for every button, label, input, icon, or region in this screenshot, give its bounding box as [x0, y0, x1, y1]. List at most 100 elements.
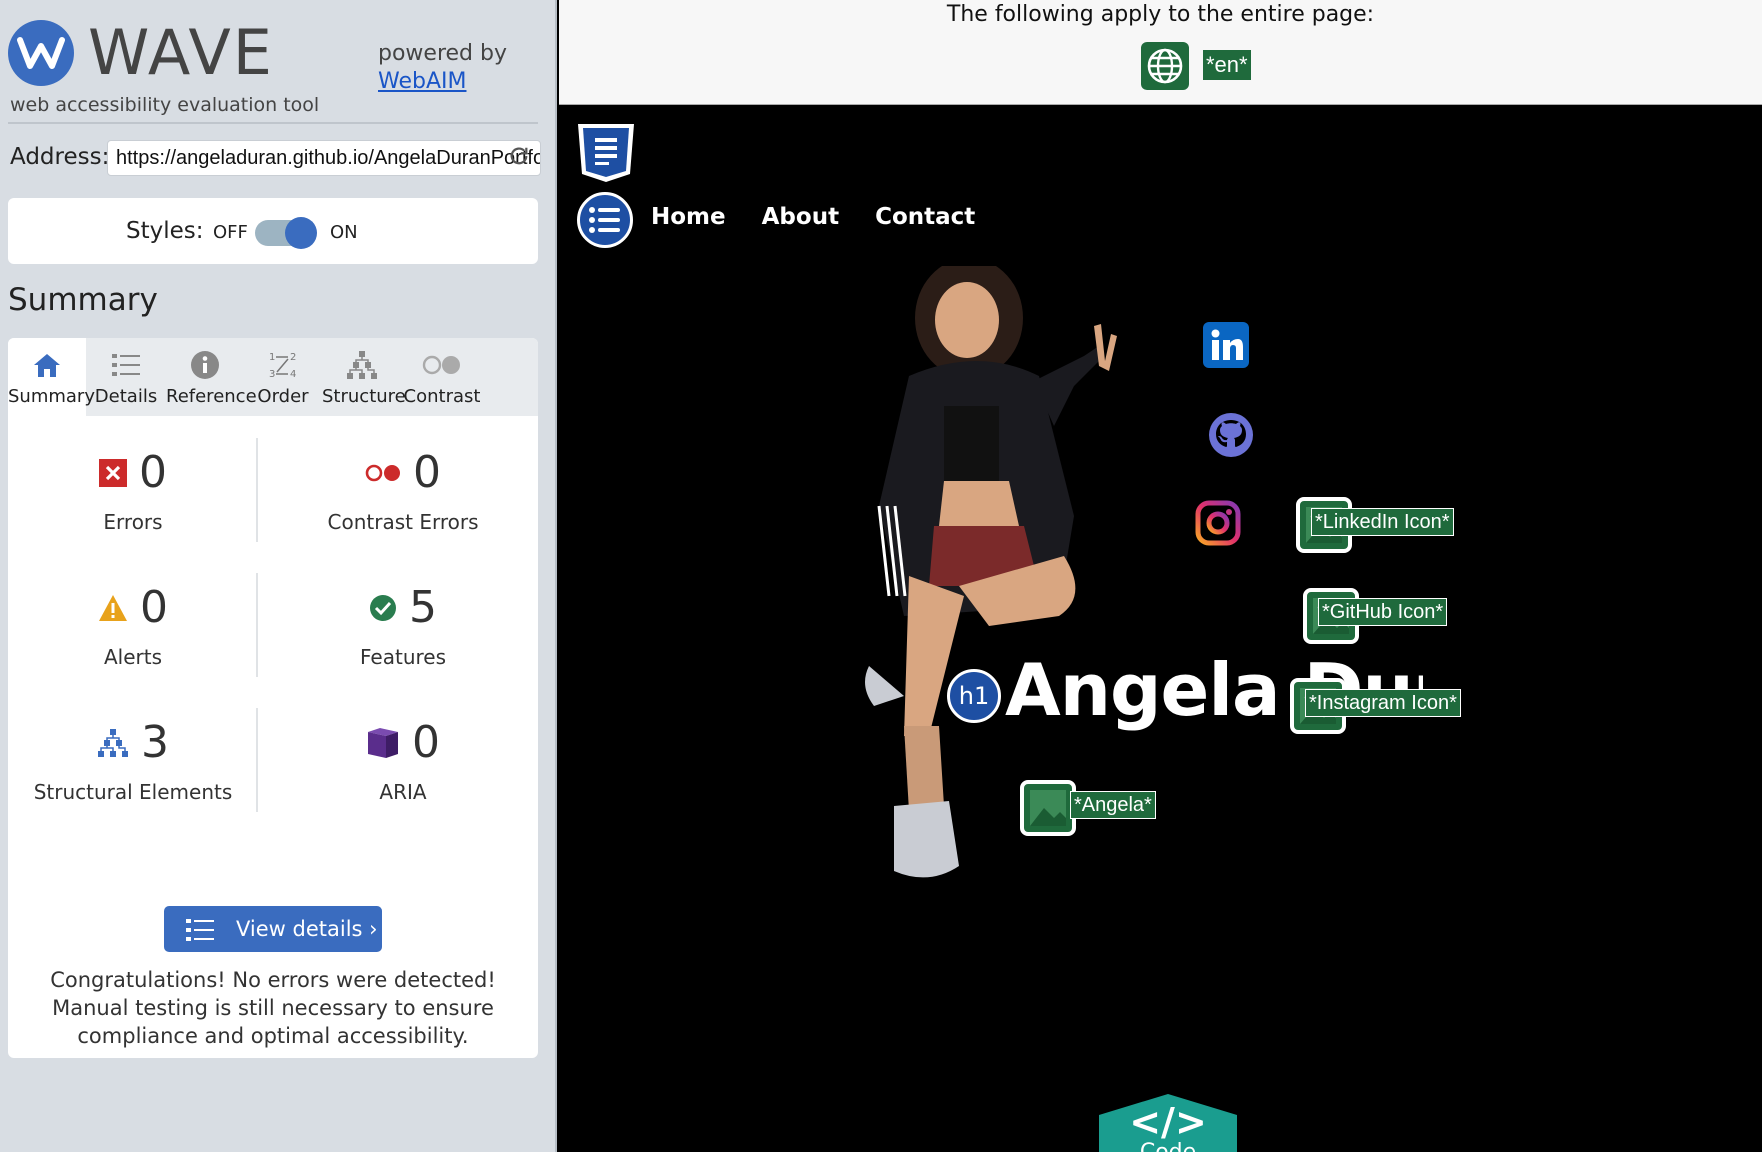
tab-details[interactable]: Details: [86, 338, 166, 416]
alt-tag-instagram: *Instagram Icon*: [1305, 689, 1461, 717]
image-icon: [1030, 790, 1066, 826]
contrast-icon: [422, 355, 460, 375]
toggle-knob: [285, 217, 317, 249]
h1-heading-icon[interactable]: h1: [947, 669, 1001, 723]
view-details-label: View details ›: [236, 917, 378, 941]
alt-tag-github: *GitHub Icon*: [1318, 598, 1448, 626]
code-label: Code: [1099, 1140, 1237, 1152]
alerts-count: 0: [140, 582, 168, 633]
github-icon[interactable]: [1208, 412, 1254, 458]
view-details-button[interactable]: View details ›: [164, 906, 382, 952]
errors-count: 0: [139, 447, 167, 498]
instagram-icon[interactable]: [1195, 500, 1241, 546]
summary-panel: Summary Details Reference 1 2 3 4 Order Str…: [8, 338, 538, 1058]
alerts-label: Alerts: [103, 645, 163, 669]
globe-icon: [1147, 48, 1183, 84]
list-icon: [112, 354, 140, 376]
image-alt-icon[interactable]: [1020, 780, 1076, 836]
stat-divider: [256, 438, 258, 542]
tab-structure[interactable]: Structure: [322, 338, 406, 416]
evaluated-page: Home About Contact h1 Angela Duran: [559, 106, 1762, 1152]
css-document-icon[interactable]: [575, 122, 637, 184]
nav-about[interactable]: About: [762, 204, 839, 230]
errors-label: Errors: [103, 510, 163, 534]
order-icon: 1 2 3 4: [269, 352, 296, 380]
contrast-errors-count: 0: [413, 447, 441, 498]
stat-divider: [256, 708, 258, 812]
stat-features[interactable]: 5 Features: [278, 573, 528, 683]
styles-off-label: OFF: [213, 222, 248, 243]
tab-label: Contrast: [403, 386, 481, 407]
code-button[interactable]: </> Code: [1099, 1094, 1237, 1152]
tab-summary[interactable]: Summary: [8, 338, 95, 416]
summary-heading: Summary: [8, 282, 158, 318]
aria-label: ARIA: [379, 780, 427, 804]
styles-toggle-box: Styles: OFF ON: [8, 198, 538, 264]
feature-check-icon: [370, 595, 396, 621]
list-icon: [186, 919, 214, 941]
structural-count: 3: [141, 717, 169, 768]
stat-contrast-errors[interactable]: 0 Contrast Errors: [278, 438, 528, 548]
tab-label: Structure: [322, 386, 406, 407]
styles-toggle[interactable]: [255, 217, 317, 249]
aria-count: 0: [412, 717, 440, 768]
structural-label: Structural Elements: [33, 780, 233, 804]
home-icon: [34, 354, 60, 377]
aria-icon: [368, 728, 398, 758]
tab-label: Order: [257, 386, 309, 407]
features-label: Features: [360, 645, 446, 669]
styles-on-label: ON: [330, 222, 358, 243]
tab-contrast[interactable]: Contrast: [402, 338, 482, 416]
address-input[interactable]: https://angeladuran.github.io/AngelaDura…: [107, 140, 541, 176]
structure-element-icon: [98, 729, 128, 757]
code-icon: </>: [1129, 1100, 1207, 1144]
webaim-link[interactable]: WebAIM: [378, 68, 507, 96]
divider: [8, 122, 538, 124]
tab-reference[interactable]: Reference: [166, 338, 257, 416]
language-tag: *en*: [1203, 50, 1251, 80]
features-count: 5: [409, 582, 437, 633]
tab-label: Summary: [8, 386, 95, 407]
wave-sidebar: WAVE web accessibility evaluation tool p…: [0, 0, 557, 1152]
nav-home[interactable]: Home: [651, 204, 726, 230]
nav-contact[interactable]: Contact: [875, 204, 975, 230]
powered-by-text: powered by: [378, 41, 507, 66]
contrast-error-icon: [365, 464, 400, 482]
styles-label: Styles:: [126, 218, 204, 244]
congrats-message: Congratulations! No errors were detected…: [50, 968, 496, 1048]
nav-list-icon: [589, 207, 620, 233]
stat-structural[interactable]: 3 Structural Elements: [8, 708, 258, 818]
svg-text:4: 4: [290, 369, 296, 380]
reload-icon[interactable]: [508, 145, 530, 167]
powered-by: powered by WebAIM: [378, 40, 507, 95]
address-label: Address:: [10, 144, 110, 170]
alert-icon: [99, 595, 127, 621]
wave-logo-icon: [8, 20, 74, 86]
wave-tagline: web accessibility evaluation tool: [10, 94, 320, 116]
svg-text:3: 3: [269, 369, 275, 380]
wave-logo-text: WAVE: [88, 16, 274, 89]
tab-label: Reference: [166, 386, 257, 407]
stat-errors[interactable]: 0 Errors: [8, 438, 258, 548]
linkedin-icon[interactable]: [1203, 322, 1249, 368]
stat-aria[interactable]: 0 ARIA: [278, 708, 528, 818]
alt-tag-linkedin: *LinkedIn Icon*: [1311, 508, 1454, 536]
contrast-errors-label: Contrast Errors: [327, 510, 479, 534]
error-icon: [99, 459, 127, 487]
navigation-icon[interactable]: [577, 192, 633, 248]
site-nav: Home About Contact: [651, 204, 975, 230]
tab-order[interactable]: 1 2 3 4 Order: [244, 338, 322, 416]
page-level-text: The following apply to the entire page:: [946, 2, 1375, 27]
address-row: Address: https://angeladuran.github.io/A…: [8, 138, 541, 178]
svg-text:1: 1: [269, 352, 275, 363]
stat-divider: [256, 573, 258, 677]
wave-logo-area: WAVE web accessibility evaluation tool p…: [8, 20, 538, 120]
page-level-bar: The following apply to the entire page: …: [559, 0, 1762, 105]
stat-alerts[interactable]: 0 Alerts: [8, 573, 258, 683]
language-icon[interactable]: [1141, 42, 1189, 90]
alt-tag-photo: *Angela*: [1070, 791, 1156, 819]
svg-text:2: 2: [290, 352, 296, 363]
structure-icon: [347, 351, 377, 379]
tab-label: Details: [94, 386, 158, 407]
tab-bar: Summary Details Reference 1 2 3 4 Order Str…: [8, 338, 538, 416]
